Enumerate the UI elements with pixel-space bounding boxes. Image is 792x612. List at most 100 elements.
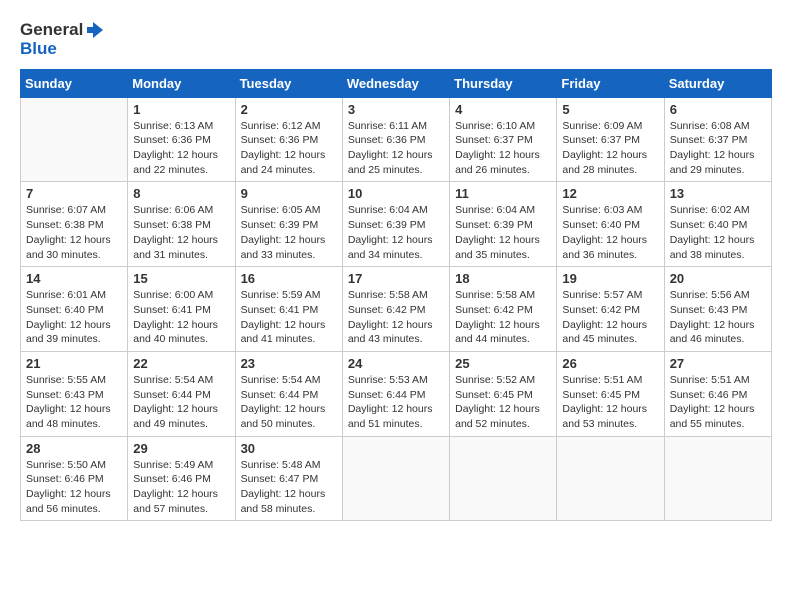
calendar-cell: 16 Sunrise: 5:59 AM Sunset: 6:41 PM Dayli… — [235, 267, 342, 352]
calendar-week-1: 1 Sunrise: 6:13 AM Sunset: 6:36 PM Daylig… — [21, 97, 772, 182]
day-info: Sunrise: 5:50 AM Sunset: 6:46 PM Dayligh… — [26, 458, 122, 517]
day-info: Sunrise: 5:59 AM Sunset: 6:41 PM Dayligh… — [241, 288, 337, 347]
day-info: Sunrise: 5:52 AM Sunset: 6:45 PM Dayligh… — [455, 373, 551, 432]
day-number: 28 — [26, 441, 122, 456]
day-number: 22 — [133, 356, 229, 371]
day-number: 6 — [670, 102, 766, 117]
day-info: Sunrise: 5:57 AM Sunset: 6:42 PM Dayligh… — [562, 288, 658, 347]
calendar-cell: 9 Sunrise: 6:05 AM Sunset: 6:39 PM Daylig… — [235, 182, 342, 267]
calendar-cell: 22 Sunrise: 5:54 AM Sunset: 6:44 PM Dayli… — [128, 351, 235, 436]
day-info: Sunrise: 6:03 AM Sunset: 6:40 PM Dayligh… — [562, 203, 658, 262]
day-number: 4 — [455, 102, 551, 117]
day-info: Sunrise: 5:54 AM Sunset: 6:44 PM Dayligh… — [241, 373, 337, 432]
calendar-cell: 17Sunrise: 5:58 AM Sunset: 6:42 PM Dayli… — [342, 267, 449, 352]
calendar-cell: 24Sunrise: 5:53 AM Sunset: 6:44 PM Dayli… — [342, 351, 449, 436]
day-number: 18 — [455, 271, 551, 286]
day-number: 2 — [241, 102, 337, 117]
day-info: Sunrise: 6:05 AM Sunset: 6:39 PM Dayligh… — [241, 203, 337, 262]
calendar-cell: 12 Sunrise: 6:03 AM Sunset: 6:40 PM Dayli… — [557, 182, 664, 267]
calendar-cell: 8 Sunrise: 6:06 AM Sunset: 6:38 PM Daylig… — [128, 182, 235, 267]
logo-blue: Blue — [20, 40, 105, 59]
day-number: 20 — [670, 271, 766, 286]
calendar-cell: 1 Sunrise: 6:13 AM Sunset: 6:36 PM Daylig… — [128, 97, 235, 182]
day-number: 23 — [241, 356, 337, 371]
calendar-cell: 13 Sunrise: 6:02 AM Sunset: 6:40 PM Dayli… — [664, 182, 771, 267]
calendar-week-5: 28 Sunrise: 5:50 AM Sunset: 6:46 PM Dayli… — [21, 436, 772, 521]
day-number: 17 — [348, 271, 444, 286]
calendar-cell: 6 Sunrise: 6:08 AM Sunset: 6:37 PM Daylig… — [664, 97, 771, 182]
day-number: 7 — [26, 186, 122, 201]
day-info: Sunrise: 5:48 AM Sunset: 6:47 PM Dayligh… — [241, 458, 337, 517]
day-info: Sunrise: 5:56 AM Sunset: 6:43 PM Dayligh… — [670, 288, 766, 347]
day-info: Sunrise: 5:49 AM Sunset: 6:46 PM Dayligh… — [133, 458, 229, 517]
header-cell-thursday: Thursday — [450, 69, 557, 97]
day-number: 19 — [562, 271, 658, 286]
logo: General Blue — [20, 20, 105, 59]
calendar-cell: 29 Sunrise: 5:49 AM Sunset: 6:46 PM Dayli… — [128, 436, 235, 521]
day-info: Sunrise: 5:55 AM Sunset: 6:43 PM Dayligh… — [26, 373, 122, 432]
header-cell-tuesday: Tuesday — [235, 69, 342, 97]
day-number: 27 — [670, 356, 766, 371]
header-row: SundayMondayTuesdayWednesdayThursdayFrid… — [21, 69, 772, 97]
day-number: 1 — [133, 102, 229, 117]
day-info: Sunrise: 6:12 AM Sunset: 6:36 PM Dayligh… — [241, 119, 337, 178]
calendar-body: 1 Sunrise: 6:13 AM Sunset: 6:36 PM Daylig… — [21, 97, 772, 521]
calendar-cell: 25 Sunrise: 5:52 AM Sunset: 6:45 PM Dayli… — [450, 351, 557, 436]
calendar-cell: 7 Sunrise: 6:07 AM Sunset: 6:38 PM Daylig… — [21, 182, 128, 267]
day-number: 16 — [241, 271, 337, 286]
header-cell-saturday: Saturday — [664, 69, 771, 97]
calendar-cell: 3Sunrise: 6:11 AM Sunset: 6:36 PM Daylig… — [342, 97, 449, 182]
calendar-cell: 2 Sunrise: 6:12 AM Sunset: 6:36 PM Daylig… — [235, 97, 342, 182]
day-number: 15 — [133, 271, 229, 286]
day-info: Sunrise: 5:51 AM Sunset: 6:45 PM Dayligh… — [562, 373, 658, 432]
day-info: Sunrise: 5:53 AM Sunset: 6:44 PM Dayligh… — [348, 373, 444, 432]
calendar-header: SundayMondayTuesdayWednesdayThursdayFrid… — [21, 69, 772, 97]
logo-container: General Blue — [20, 20, 105, 59]
day-number: 30 — [241, 441, 337, 456]
day-number: 8 — [133, 186, 229, 201]
day-number: 10 — [348, 186, 444, 201]
calendar-cell: 26 Sunrise: 5:51 AM Sunset: 6:45 PM Dayli… — [557, 351, 664, 436]
day-info: Sunrise: 6:08 AM Sunset: 6:37 PM Dayligh… — [670, 119, 766, 178]
day-number: 21 — [26, 356, 122, 371]
header-cell-wednesday: Wednesday — [342, 69, 449, 97]
day-number: 12 — [562, 186, 658, 201]
day-info: Sunrise: 5:54 AM Sunset: 6:44 PM Dayligh… — [133, 373, 229, 432]
calendar-cell — [557, 436, 664, 521]
calendar-cell: 23 Sunrise: 5:54 AM Sunset: 6:44 PM Dayli… — [235, 351, 342, 436]
calendar-cell: 15 Sunrise: 6:00 AM Sunset: 6:41 PM Dayli… — [128, 267, 235, 352]
calendar-cell: 28 Sunrise: 5:50 AM Sunset: 6:46 PM Dayli… — [21, 436, 128, 521]
calendar-cell: 4Sunrise: 6:10 AM Sunset: 6:37 PM Daylig… — [450, 97, 557, 182]
day-info: Sunrise: 6:02 AM Sunset: 6:40 PM Dayligh… — [670, 203, 766, 262]
day-number: 14 — [26, 271, 122, 286]
logo-general: General — [20, 21, 83, 40]
day-info: Sunrise: 6:07 AM Sunset: 6:38 PM Dayligh… — [26, 203, 122, 262]
calendar-cell: 20 Sunrise: 5:56 AM Sunset: 6:43 PM Dayli… — [664, 267, 771, 352]
calendar-week-4: 21 Sunrise: 5:55 AM Sunset: 6:43 PM Dayli… — [21, 351, 772, 436]
day-number: 5 — [562, 102, 658, 117]
day-info: Sunrise: 5:58 AM Sunset: 6:42 PM Dayligh… — [455, 288, 551, 347]
day-number: 13 — [670, 186, 766, 201]
calendar-table: SundayMondayTuesdayWednesdayThursdayFrid… — [20, 69, 772, 522]
calendar-cell: 14Sunrise: 6:01 AM Sunset: 6:40 PM Dayli… — [21, 267, 128, 352]
day-info: Sunrise: 6:11 AM Sunset: 6:36 PM Dayligh… — [348, 119, 444, 178]
calendar-cell — [664, 436, 771, 521]
calendar-cell — [450, 436, 557, 521]
day-info: Sunrise: 6:06 AM Sunset: 6:38 PM Dayligh… — [133, 203, 229, 262]
day-number: 11 — [455, 186, 551, 201]
header-cell-sunday: Sunday — [21, 69, 128, 97]
day-info: Sunrise: 6:13 AM Sunset: 6:36 PM Dayligh… — [133, 119, 229, 178]
day-number: 25 — [455, 356, 551, 371]
calendar-cell: 21 Sunrise: 5:55 AM Sunset: 6:43 PM Dayli… — [21, 351, 128, 436]
day-info: Sunrise: 6:00 AM Sunset: 6:41 PM Dayligh… — [133, 288, 229, 347]
calendar-cell — [21, 97, 128, 182]
calendar-cell: 30 Sunrise: 5:48 AM Sunset: 6:47 PM Dayli… — [235, 436, 342, 521]
calendar-cell: 19 Sunrise: 5:57 AM Sunset: 6:42 PM Dayli… — [557, 267, 664, 352]
day-number: 29 — [133, 441, 229, 456]
header-cell-monday: Monday — [128, 69, 235, 97]
day-number: 9 — [241, 186, 337, 201]
day-info: Sunrise: 6:04 AM Sunset: 6:39 PM Dayligh… — [455, 203, 551, 262]
logo-arrow-icon — [85, 20, 105, 40]
day-number: 26 — [562, 356, 658, 371]
header-cell-friday: Friday — [557, 69, 664, 97]
